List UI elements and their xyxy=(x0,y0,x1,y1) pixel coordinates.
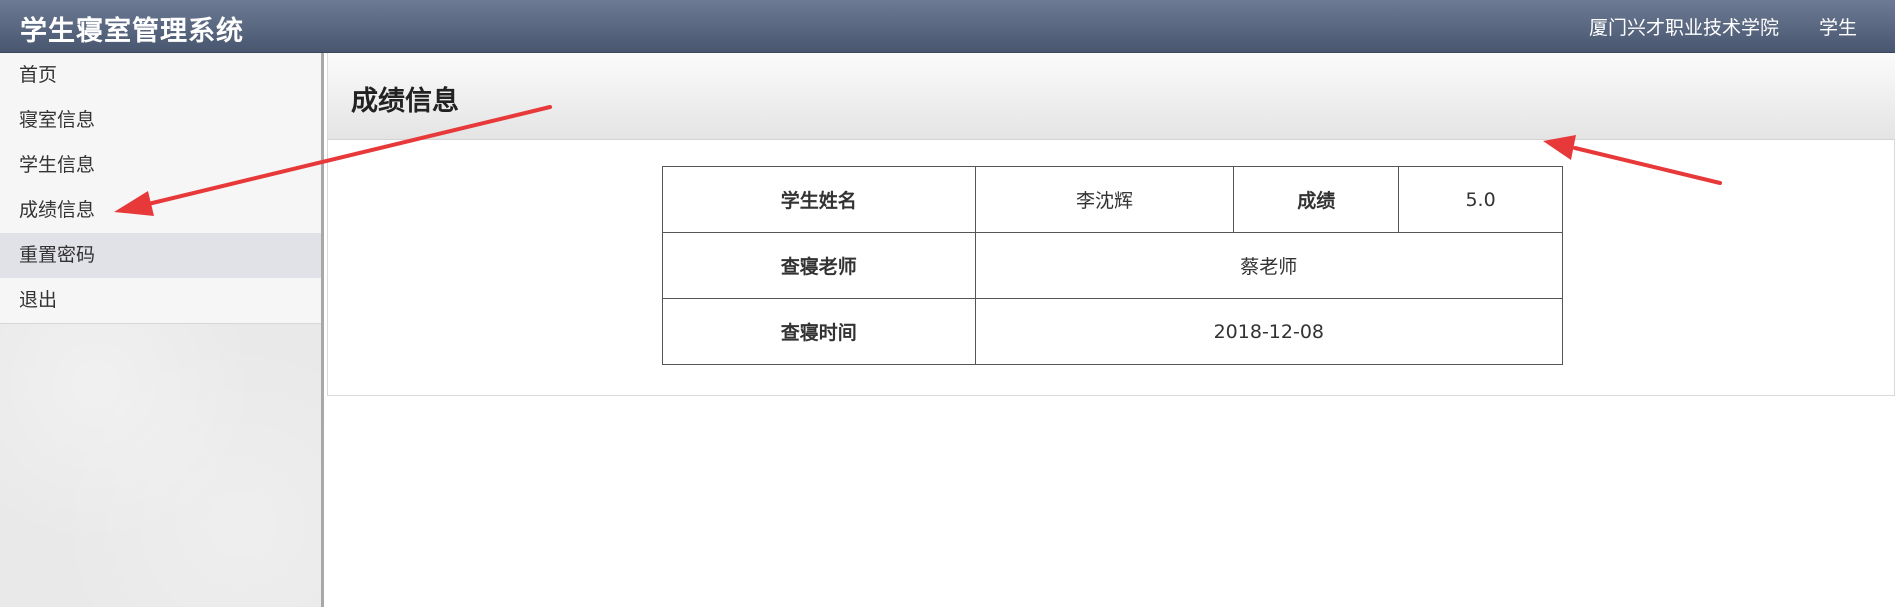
sidebar-item-score-info[interactable]: 成绩信息 xyxy=(0,188,321,233)
score-table: 学生姓名 李沈辉 成绩 5.0 查寝老师 蔡老师 查寝时间 2018-12-08 xyxy=(662,166,1564,365)
student-name-label: 学生姓名 xyxy=(662,166,976,233)
top-header-bar: 学生寝室管理系统 厦门兴才职业技术学院 学生 xyxy=(0,0,1895,53)
school-name-link[interactable]: 厦门兴才职业技术学院 xyxy=(1589,13,1779,40)
table-row: 查寝时间 2018-12-08 xyxy=(662,298,1564,365)
inspector-label: 查寝老师 xyxy=(662,232,976,299)
panel-body: 学生姓名 李沈辉 成绩 5.0 查寝老师 蔡老师 查寝时间 2018-12-08 xyxy=(327,140,1895,396)
score-label: 成绩 xyxy=(1233,166,1400,233)
panel-header: 成绩信息 xyxy=(327,53,1895,140)
app-window: 学生寝室管理系统 厦门兴才职业技术学院 学生 首页 寝室信息 学生信息 成绩信息… xyxy=(0,0,1895,607)
inspection-time-value: 2018-12-08 xyxy=(974,298,1564,365)
sidebar-item-reset-password[interactable]: 重置密码 xyxy=(0,233,321,278)
app-title: 学生寝室管理系统 xyxy=(20,16,244,47)
sidebar-item-logout[interactable]: 退出 xyxy=(0,278,321,323)
page-title: 成绩信息 xyxy=(351,86,459,117)
inspection-time-label: 查寝时间 xyxy=(662,298,976,365)
table-row: 学生姓名 李沈辉 成绩 5.0 xyxy=(662,166,1563,233)
main-content: 成绩信息 学生姓名 李沈辉 成绩 5.0 查寝老师 蔡老师 查寝时间 2018-… xyxy=(327,53,1895,607)
sidebar-menu: 首页 寝室信息 学生信息 成绩信息 重置密码 退出 xyxy=(0,53,321,324)
sidebar-item-home[interactable]: 首页 xyxy=(0,53,321,98)
inspector-value: 蔡老师 xyxy=(974,232,1564,299)
student-name-value: 李沈辉 xyxy=(974,166,1235,233)
table-row: 查寝老师 蔡老师 xyxy=(662,232,1564,299)
sidebar-item-dorm-info[interactable]: 寝室信息 xyxy=(0,98,321,143)
sidebar-item-student-info[interactable]: 学生信息 xyxy=(0,143,321,188)
score-value: 5.0 xyxy=(1398,166,1563,233)
sidebar: 首页 寝室信息 学生信息 成绩信息 重置密码 退出 xyxy=(0,53,324,607)
user-role-link[interactable]: 学生 xyxy=(1819,13,1857,40)
header-user-info: 厦门兴才职业技术学院 学生 xyxy=(1589,13,1857,40)
